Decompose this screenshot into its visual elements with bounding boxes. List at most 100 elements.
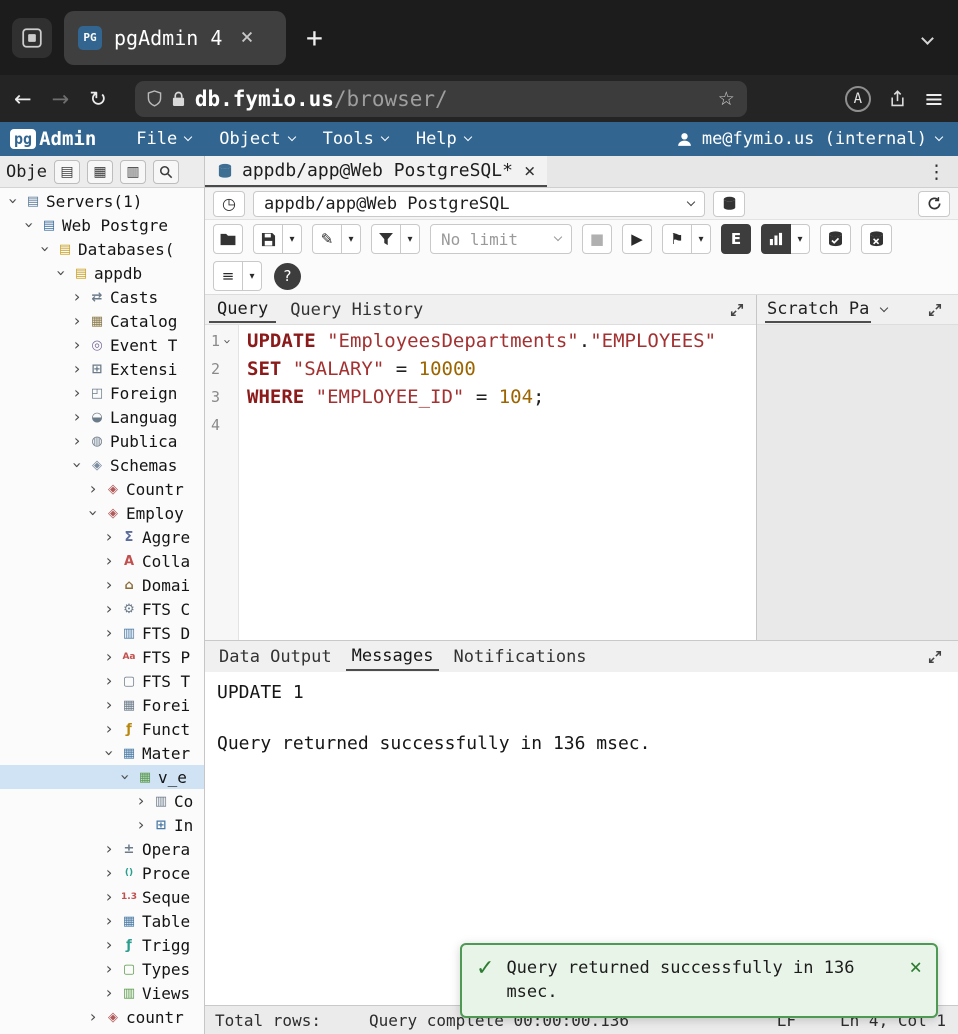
menu-help[interactable]: Help xyxy=(402,122,485,156)
tab-list-chevron-icon[interactable] xyxy=(923,28,946,47)
tab-close-icon[interactable]: × xyxy=(524,160,535,182)
tab-data-output[interactable]: Data Output xyxy=(213,644,338,670)
open-file-button[interactable] xyxy=(213,224,243,254)
chevron-right-icon[interactable]: › xyxy=(102,673,116,689)
address-bar[interactable]: db.fymio.us/browser/ ☆ xyxy=(135,81,747,117)
save-file-button[interactable] xyxy=(253,224,283,254)
execute-button[interactable]: ▶ xyxy=(622,224,652,254)
chevron-right-icon[interactable]: › xyxy=(102,889,116,905)
database-stack-icon[interactable]: ▤ xyxy=(54,160,80,184)
forward-button[interactable]: → xyxy=(52,87,70,111)
new-tab-button[interactable]: + xyxy=(298,21,331,54)
tab-close-icon[interactable]: × xyxy=(240,25,253,50)
user-menu[interactable]: me@fymio.us (internal) xyxy=(676,129,948,149)
chevron-down-icon[interactable]: › xyxy=(101,746,117,760)
share-icon[interactable] xyxy=(889,90,906,107)
tree-item[interactable]: ›▢FTS T xyxy=(0,669,204,693)
help-button[interactable]: ? xyxy=(274,263,301,290)
chevron-right-icon[interactable]: › xyxy=(134,793,148,809)
connection-select[interactable]: appdb/app@Web PostgreSQL xyxy=(253,191,705,217)
reload-button[interactable]: ↻ xyxy=(89,87,107,111)
chevron-right-icon[interactable]: › xyxy=(102,721,116,737)
menu-tools[interactable]: Tools xyxy=(309,122,402,156)
chevron-right-icon[interactable]: › xyxy=(102,649,116,665)
chevron-down-icon[interactable]: › xyxy=(85,506,101,520)
chevron-right-icon[interactable]: › xyxy=(102,961,116,977)
reconnect-icon[interactable] xyxy=(918,191,950,217)
explain-analyze-button[interactable] xyxy=(761,224,791,254)
tab-query-history[interactable]: Query History xyxy=(282,298,431,322)
menu-file[interactable]: File xyxy=(122,122,205,156)
chevron-right-icon[interactable]: › xyxy=(70,289,84,305)
chevron-down-icon[interactable]: › xyxy=(5,194,21,208)
tree-item[interactable]: ›▦Catalog xyxy=(0,309,204,333)
tree-item[interactable]: ›1.3Seque xyxy=(0,885,204,909)
tree-filter-icon[interactable]: ▥ xyxy=(120,160,146,184)
explain-options-chevron-icon[interactable]: ▾ xyxy=(791,224,810,254)
execute-options-button[interactable]: ⚑ xyxy=(662,224,692,254)
chevron-right-icon[interactable]: › xyxy=(70,433,84,449)
stop-button[interactable]: ■ xyxy=(582,224,612,254)
tree-item[interactable]: ›▦Mater xyxy=(0,741,204,765)
tree-item[interactable]: ›▦Forei xyxy=(0,693,204,717)
filter-options-chevron-icon[interactable]: ▾ xyxy=(401,224,420,254)
tree-item[interactable]: ›⌂Domai xyxy=(0,573,204,597)
tree-item[interactable]: ›▥FTS D xyxy=(0,621,204,645)
rollback-button[interactable] xyxy=(861,224,892,254)
tree-item[interactable]: ›◍Publica xyxy=(0,429,204,453)
toast-close-icon[interactable]: × xyxy=(909,956,922,979)
chevron-right-icon[interactable]: › xyxy=(102,601,116,617)
row-limit-select[interactable]: No limit xyxy=(430,224,572,254)
tree-item[interactable]: ›⚙FTS C xyxy=(0,597,204,621)
save-options-chevron-icon[interactable]: ▾ xyxy=(283,224,302,254)
tree-item[interactable]: ›⊞In xyxy=(0,813,204,837)
tree-item[interactable]: ›◈Countr xyxy=(0,477,204,501)
chevron-down-icon[interactable] xyxy=(880,303,888,311)
bookmark-star-icon[interactable]: ☆ xyxy=(718,88,735,110)
tree-item[interactable]: ›▤Servers(1) xyxy=(0,189,204,213)
execute-options-chevron-icon[interactable]: ▾ xyxy=(692,224,711,254)
tab-messages[interactable]: Messages xyxy=(346,643,440,671)
chevron-right-icon[interactable]: › xyxy=(70,337,84,353)
chevron-right-icon[interactable]: › xyxy=(102,529,116,545)
tree-item[interactable]: ›▥Views xyxy=(0,981,204,1005)
tree-item[interactable]: ›▤Databases( xyxy=(0,237,204,261)
chevron-down-icon[interactable]: › xyxy=(37,242,53,256)
chevron-right-icon[interactable]: › xyxy=(70,313,84,329)
menu-icon[interactable]: ≡ xyxy=(924,85,944,113)
tab-query[interactable]: Query xyxy=(209,297,276,323)
tree-item[interactable]: ›▥Co xyxy=(0,789,204,813)
tree-item[interactable]: ›()Proce xyxy=(0,861,204,885)
profile-badge-icon[interactable]: A xyxy=(845,86,871,112)
chevron-right-icon[interactable]: › xyxy=(102,553,116,569)
chevron-right-icon[interactable]: › xyxy=(134,817,148,833)
commit-button[interactable] xyxy=(820,224,851,254)
scratch-pad-body[interactable] xyxy=(757,325,958,640)
explain-button[interactable]: E xyxy=(721,224,751,254)
expand-icon[interactable] xyxy=(920,303,950,317)
shield-icon[interactable] xyxy=(147,90,162,107)
tree-item[interactable]: ›▦Table xyxy=(0,909,204,933)
scratch-pad-title[interactable]: Scratch Pa xyxy=(765,297,871,323)
chevron-right-icon[interactable]: › xyxy=(102,625,116,641)
tree-item[interactable]: ›ƒFunct xyxy=(0,717,204,741)
macros-button[interactable]: ≡ xyxy=(213,261,243,291)
edit-options-chevron-icon[interactable]: ▾ xyxy=(342,224,361,254)
tab-overview-icon[interactable] xyxy=(12,18,52,58)
tree-item[interactable]: ›◈countr xyxy=(0,1005,204,1029)
chevron-down-icon[interactable]: › xyxy=(117,770,133,784)
database-connection-icon[interactable] xyxy=(713,191,745,217)
filter-button[interactable] xyxy=(371,224,401,254)
sql-editor[interactable]: 1›234 UPDATE "EmployeesDepartments"."EMP… xyxy=(205,325,756,640)
chevron-right-icon[interactable]: › xyxy=(70,409,84,425)
tree-item[interactable]: ›▦v_e xyxy=(0,765,204,789)
menu-object[interactable]: Object xyxy=(205,122,308,156)
back-button[interactable]: ← xyxy=(14,87,32,111)
chevron-right-icon[interactable]: › xyxy=(70,385,84,401)
chevron-right-icon[interactable]: › xyxy=(86,481,100,497)
chevron-right-icon[interactable]: › xyxy=(102,577,116,593)
chevron-right-icon[interactable]: › xyxy=(102,697,116,713)
edit-button[interactable]: ✎ xyxy=(312,224,342,254)
chevron-down-icon[interactable]: › xyxy=(21,218,37,232)
tree-item[interactable]: ›⊞Extensi xyxy=(0,357,204,381)
